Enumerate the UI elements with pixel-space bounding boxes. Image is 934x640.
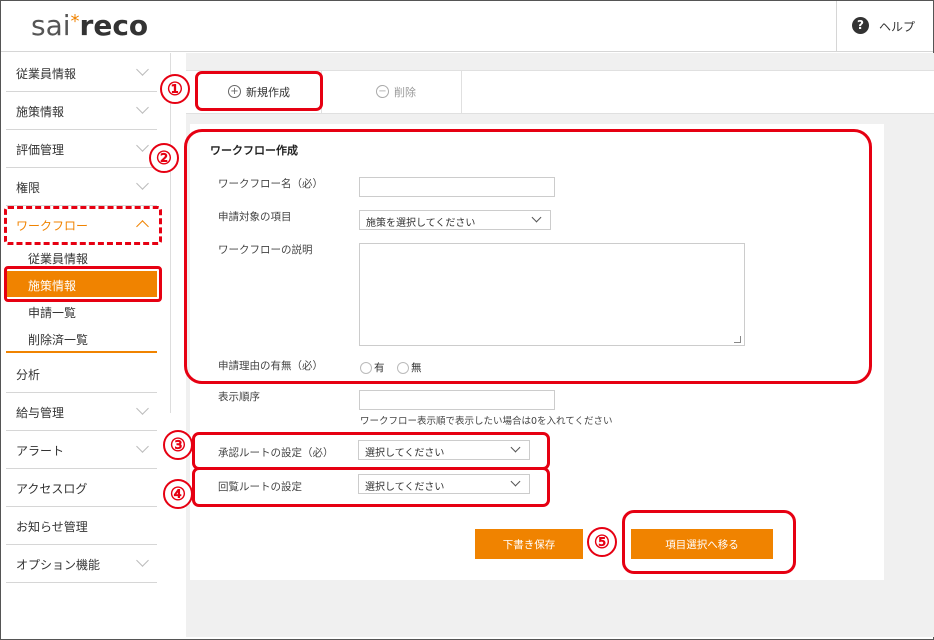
sidebar-item-label: 権限 [16,181,41,195]
sidebar-item-label: 分析 [16,368,41,382]
help-label: ヘルプ [879,20,916,34]
sidebar-item-payroll[interactable]: 給与管理 [6,392,157,431]
display-order-input[interactable] [359,390,555,410]
annotation-box-5 [622,510,796,574]
sidebar-scroll-line [170,53,171,413]
sidebar-subitem-label: 削除済一覧 [28,333,89,347]
sidebar-item-employee-info[interactable]: 従業員情報 [6,53,157,92]
sidebar-subitem-deleted-list[interactable]: 削除済一覧 [6,325,157,351]
sidebar-item-evaluation[interactable]: 評価管理 [6,129,157,168]
chevron-down-icon [136,440,149,453]
sidebar-item-label: お知らせ管理 [16,520,88,534]
annotation-box-4 [192,467,550,507]
sidebar-item-measures-info[interactable]: 施策情報 [6,91,157,130]
sidebar-item-notice[interactable]: お知らせ管理 [6,506,157,545]
display-order-hint: ワークフロー表示順で表示したい場合は0を入れてください [360,416,613,427]
chevron-down-icon [136,402,149,415]
logo-text-reco: reco [79,9,149,42]
sidebar-item-label: アクセスログ [16,482,88,496]
chevron-down-icon [136,101,149,114]
sidebar-item-permissions[interactable]: 権限 [6,167,157,206]
sidebar-item-label: オプション機能 [16,558,101,572]
logo-text-sai: sai [31,9,71,42]
question-circle-icon: ? [852,17,869,34]
app-header: sai*reco ? ヘルプ [1,1,933,52]
annotation-box-measures [4,266,162,302]
display-order-label: 表示順序 [218,391,260,403]
save-draft-button[interactable]: 下書き保存 [475,529,583,559]
sidebar-divider [6,351,157,353]
app-logo[interactable]: sai*reco [31,9,148,42]
annotation-box-3 [192,432,550,470]
sidebar-item-alert[interactable]: アラート [6,430,157,469]
sidebar-item-options[interactable]: オプション機能 [6,544,157,583]
chevron-down-icon [136,177,149,190]
sidebar-subitem-label: 従業員情報 [28,252,89,266]
sidebar-item-label: 施策情報 [16,105,65,119]
sidebar-item-label: 評価管理 [16,143,65,157]
annotation-box-1 [195,71,323,111]
chevron-down-icon [136,63,149,76]
sidebar-subitem-label: 申請一覧 [28,306,77,320]
delete-button[interactable]: − 削除 [321,71,462,113]
annotation-number-1: ① [160,74,190,104]
sidebar-item-label: 給与管理 [16,406,65,420]
delete-button-label: 削除 [394,86,416,99]
annotation-number-4: ④ [163,479,193,509]
annotation-number-3: ③ [163,430,193,460]
annotation-box-workflow [4,206,162,245]
annotation-box-2 [184,129,872,384]
minus-circle-icon: − [376,85,389,98]
chevron-down-icon [136,554,149,567]
logo-star: * [70,11,80,32]
sidebar-item-analysis[interactable]: 分析 [6,354,157,393]
help-button[interactable]: ? ヘルプ [836,1,933,51]
chevron-down-icon [136,139,149,152]
sidebar-item-label: アラート [16,444,65,458]
annotation-number-5: ⑤ [587,527,617,557]
sidebar: 従業員情報 施策情報 評価管理 権限 ワークフロー 従業員情報 施策情報 申請一… [6,53,157,637]
annotation-number-2: ② [149,143,179,173]
sidebar-item-access-log[interactable]: アクセスログ [6,468,157,507]
sidebar-item-label: 従業員情報 [16,67,77,81]
